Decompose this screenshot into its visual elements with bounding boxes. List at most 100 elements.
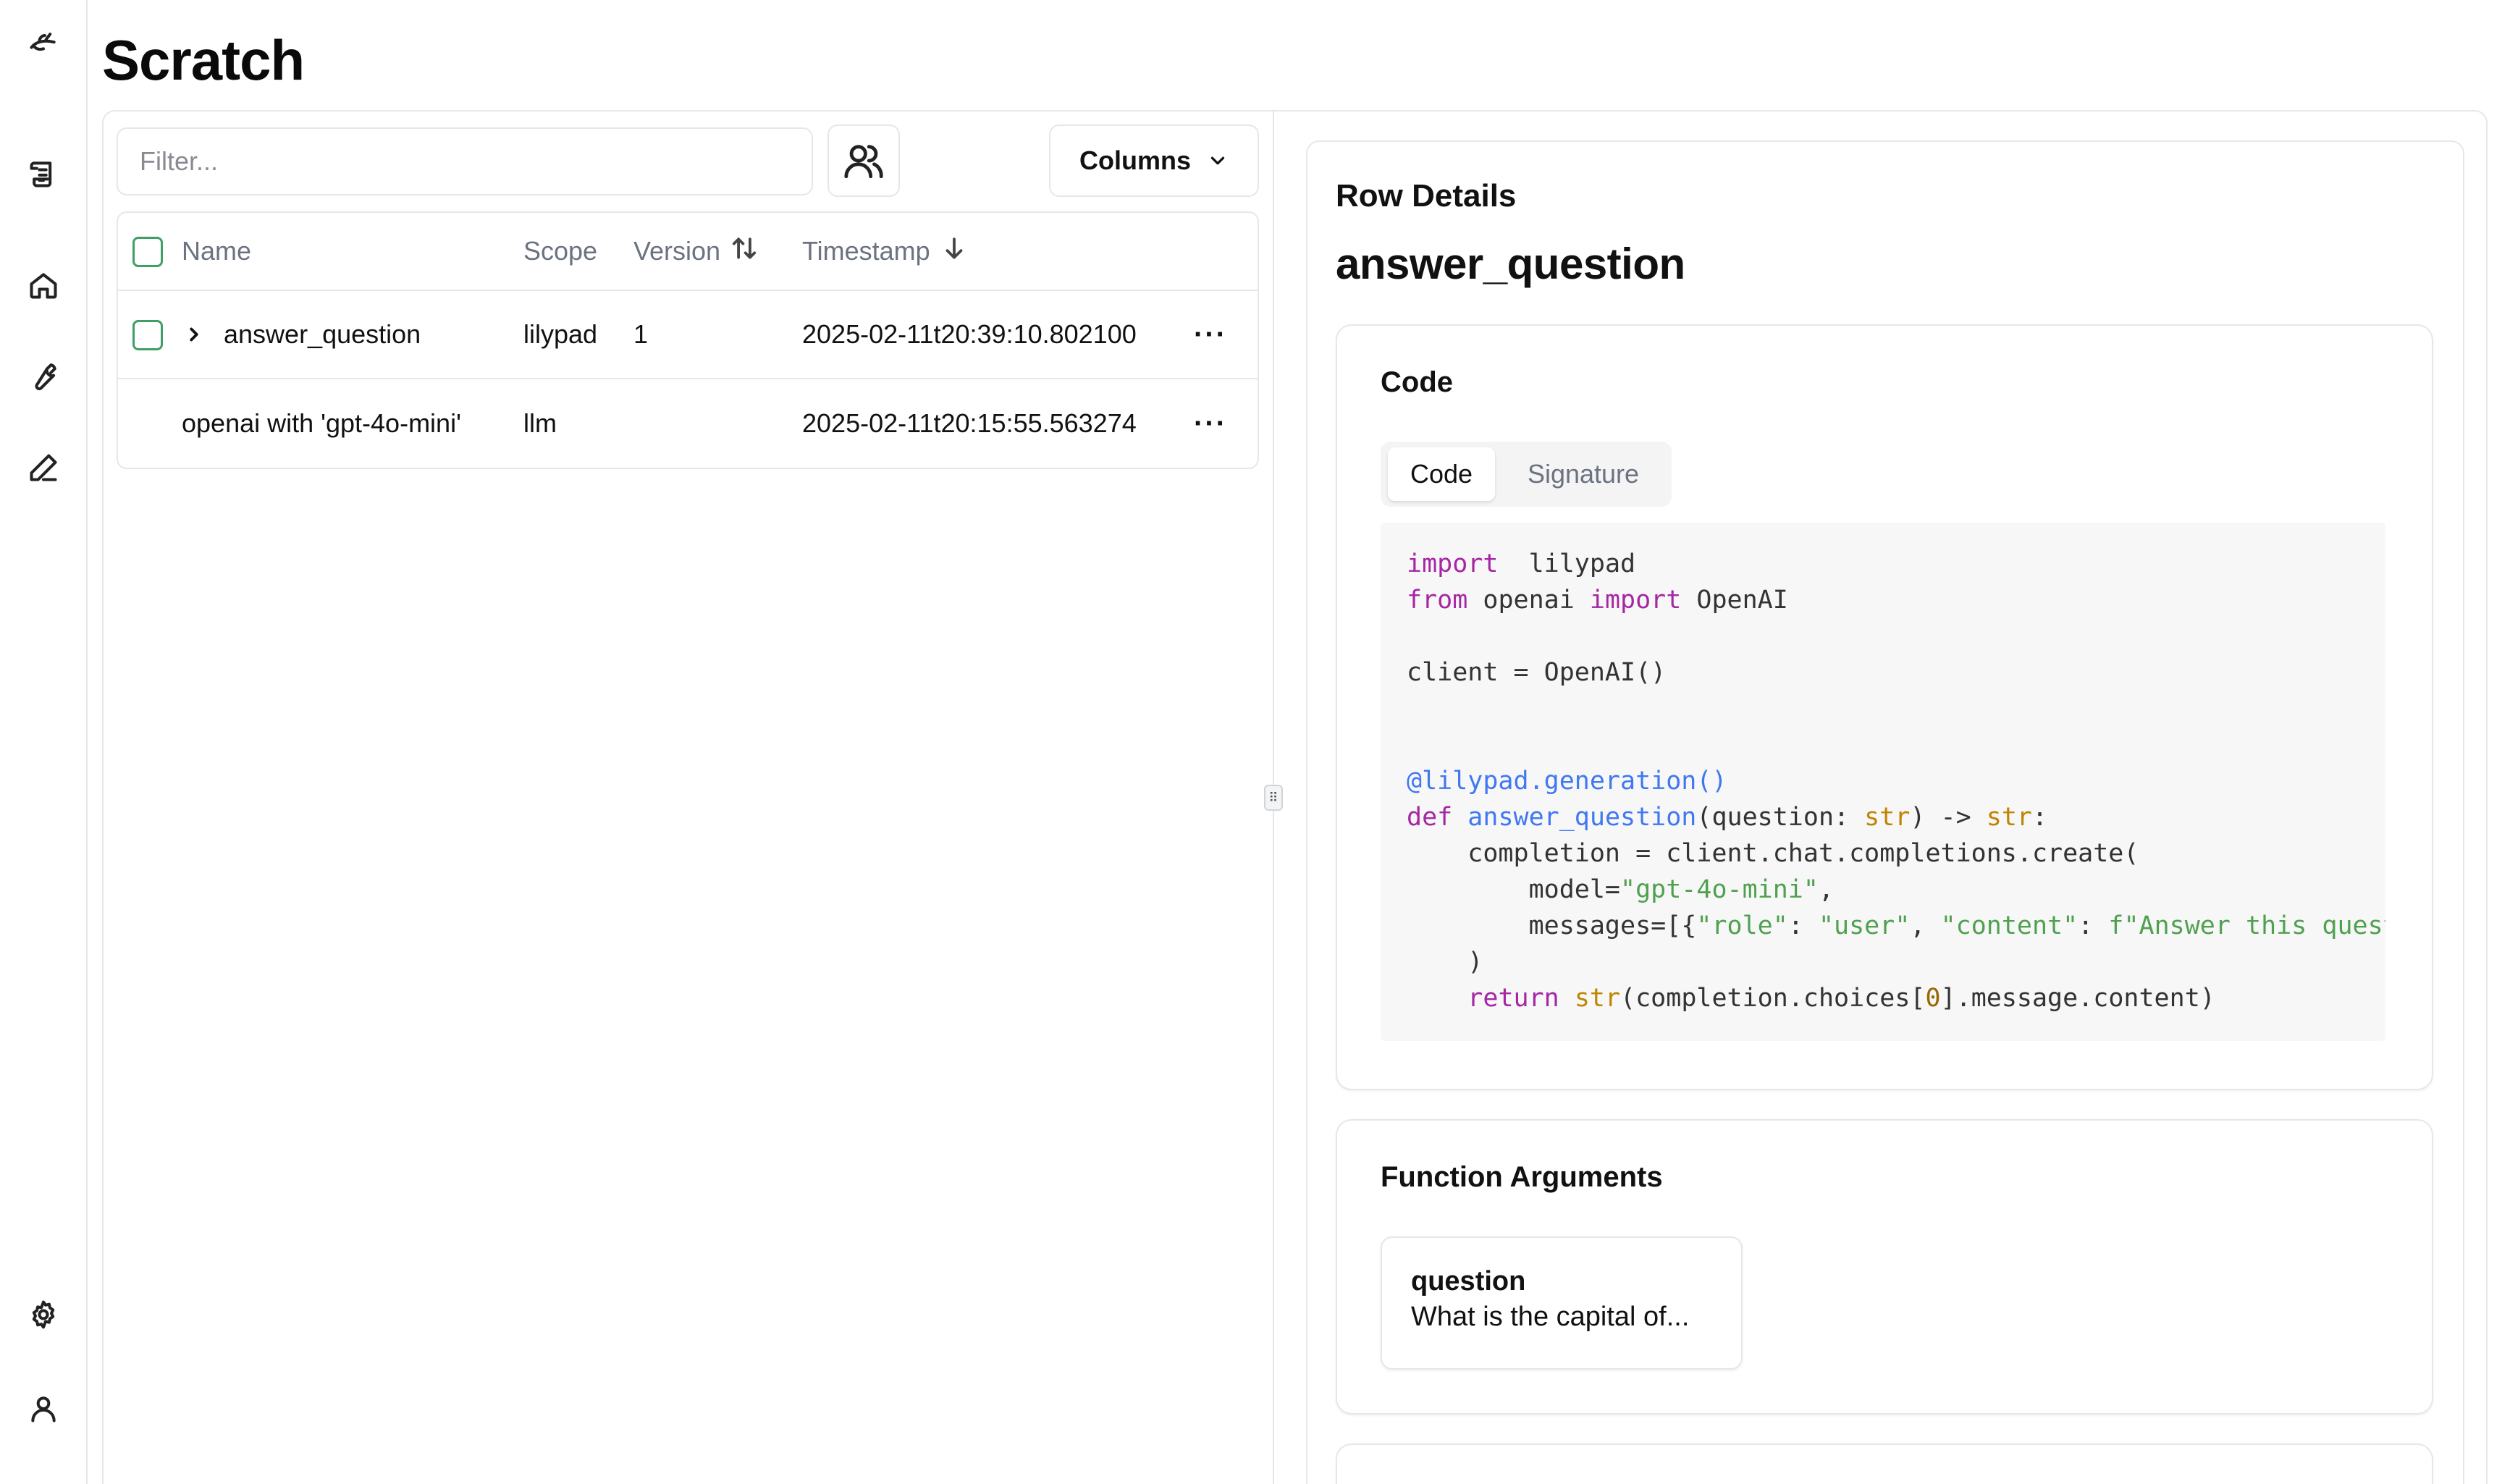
code-block: import lilypad from openai import OpenAI c… bbox=[1381, 523, 2385, 1041]
header-version[interactable]: Version bbox=[633, 213, 758, 290]
code-line: model="gpt-4o-mini", bbox=[1407, 872, 2359, 908]
code-token: answer_question bbox=[1467, 803, 1697, 832]
code-line: @lilypad.generation() bbox=[1407, 763, 2359, 799]
code-card-title: Code bbox=[1381, 366, 1453, 398]
code-token: str bbox=[1864, 803, 1911, 832]
function-name: answer_question bbox=[1336, 240, 1685, 288]
code-token: lilypad bbox=[1498, 549, 1636, 578]
code-line: from openai import OpenAI bbox=[1407, 582, 2359, 618]
code-token: "content" bbox=[1940, 911, 2078, 940]
code-line: import lilypad bbox=[1407, 546, 2359, 582]
code-token: import bbox=[1407, 549, 1499, 578]
code-token: str bbox=[1986, 803, 2032, 832]
row-name: answer_question bbox=[224, 319, 421, 349]
code-token: , bbox=[1818, 875, 1835, 904]
header-timestamp-label: Timestamp bbox=[802, 236, 930, 266]
code-token: @lilypad.generation() bbox=[1407, 767, 1727, 796]
tab-code[interactable]: Code bbox=[1388, 447, 1495, 501]
code-token: : bbox=[1787, 911, 1819, 940]
header-version-label: Version bbox=[633, 236, 721, 266]
data-table: Name Scope Version Timestamp answer_ques… bbox=[117, 211, 1259, 469]
function-arguments-card: Function Arguments question What is the … bbox=[1336, 1119, 2433, 1415]
settings-icon[interactable] bbox=[26, 1297, 61, 1332]
code-token: , bbox=[1910, 911, 1941, 940]
row-timestamp: 2025-02-11t20:15:55.563274 bbox=[802, 408, 1137, 438]
code-token: "role" bbox=[1696, 911, 1788, 940]
code-token: "gpt-4o-mini" bbox=[1620, 875, 1819, 904]
users-icon bbox=[844, 145, 883, 179]
sidebar bbox=[0, 0, 88, 1484]
row-version: 1 bbox=[633, 319, 649, 349]
table-header-row: Name Scope Version Timestamp bbox=[118, 213, 1258, 291]
code-token: ) -> bbox=[1910, 803, 1987, 832]
wrench-icon[interactable] bbox=[26, 359, 61, 394]
home-icon[interactable] bbox=[26, 268, 61, 303]
table-row[interactable]: answer_question lilypad 1 2025-02-11t20:… bbox=[118, 291, 1258, 379]
argument-name: question bbox=[1411, 1266, 1526, 1297]
row-name: openai with 'gpt-4o-mini' bbox=[182, 408, 461, 438]
row-scope: lilypad bbox=[523, 319, 598, 349]
row-actions-icon[interactable]: ··· bbox=[1194, 379, 1227, 468]
code-token: client = OpenAI() bbox=[1407, 658, 1667, 687]
chevron-down-icon bbox=[1210, 156, 1225, 165]
code-line: def answer_question(question: str) -> st… bbox=[1407, 799, 2359, 835]
sort-desc-icon[interactable] bbox=[940, 235, 968, 269]
sort-updown-icon[interactable] bbox=[730, 235, 758, 269]
code-token: (completion.choices[ bbox=[1620, 984, 1926, 1013]
users-toggle-button[interactable] bbox=[827, 125, 900, 197]
expand-chevron-icon[interactable] bbox=[183, 291, 205, 378]
header-scope[interactable]: Scope bbox=[523, 213, 597, 290]
pencil-icon[interactable] bbox=[26, 450, 61, 485]
code-token: f"Answer this question: {question}" bbox=[2108, 911, 2385, 940]
code-line: ) bbox=[1407, 944, 2359, 980]
code-token: : bbox=[2031, 803, 2048, 832]
code-token: : bbox=[2078, 911, 2109, 940]
header-name[interactable]: Name bbox=[182, 213, 251, 290]
code-token: def bbox=[1407, 803, 1453, 832]
code-token: ].message.content) bbox=[1940, 984, 2215, 1013]
page-title: Scratch bbox=[102, 28, 305, 92]
code-token: model= bbox=[1407, 875, 1621, 904]
row-actions-icon[interactable]: ··· bbox=[1194, 291, 1227, 378]
argument-value: What is the capital of... bbox=[1411, 1302, 1690, 1332]
row-timestamp: 2025-02-11t20:39:10.802100 bbox=[802, 319, 1137, 349]
columns-label: Columns bbox=[1079, 146, 1191, 175]
table-row[interactable]: openai with 'gpt-4o-mini' llm 2025-02-11… bbox=[118, 379, 1258, 468]
code-token: 0 bbox=[1925, 984, 1941, 1013]
tab-signature[interactable]: Signature bbox=[1504, 447, 1663, 501]
arguments-card-title: Function Arguments bbox=[1381, 1161, 1663, 1193]
code-token: from bbox=[1407, 586, 1468, 615]
code-token: "user" bbox=[1818, 911, 1911, 940]
traces-icon[interactable] bbox=[26, 156, 61, 191]
select-all-checkbox[interactable] bbox=[132, 237, 163, 267]
code-tabs: Code Signature bbox=[1381, 442, 1672, 507]
code-line: completion = client.chat.completions.cre… bbox=[1407, 835, 2359, 872]
code-token: (question: bbox=[1696, 803, 1865, 832]
code-token: return bbox=[1467, 984, 1559, 1013]
code-line: client = OpenAI() bbox=[1407, 654, 2359, 691]
row-scope: llm bbox=[523, 408, 557, 438]
code-card: Code Code Signature import lilypad from o… bbox=[1336, 324, 2433, 1090]
code-token: import bbox=[1589, 586, 1682, 615]
code-token: OpenAI bbox=[1681, 586, 1788, 615]
resize-handle[interactable]: ⠿ bbox=[1264, 785, 1283, 811]
code-token: messages=[{ bbox=[1407, 911, 1697, 940]
code-line: return str(completion.choices[0].message… bbox=[1407, 980, 2359, 1016]
filter-input[interactable] bbox=[117, 127, 813, 195]
code-token: ) bbox=[1407, 948, 1483, 977]
next-card bbox=[1336, 1443, 2433, 1484]
row-details-label: Row Details bbox=[1336, 178, 1517, 214]
code-line: messages=[{"role": "user", "content": f"… bbox=[1407, 908, 2385, 944]
header-timestamp[interactable]: Timestamp bbox=[802, 213, 968, 290]
user-icon[interactable] bbox=[26, 1391, 61, 1426]
code-token: str bbox=[1574, 984, 1621, 1013]
row-checkbox[interactable] bbox=[132, 320, 163, 350]
columns-button[interactable]: Columns bbox=[1049, 125, 1259, 197]
logo-icon[interactable] bbox=[26, 26, 61, 61]
code-token: openai bbox=[1467, 586, 1590, 615]
